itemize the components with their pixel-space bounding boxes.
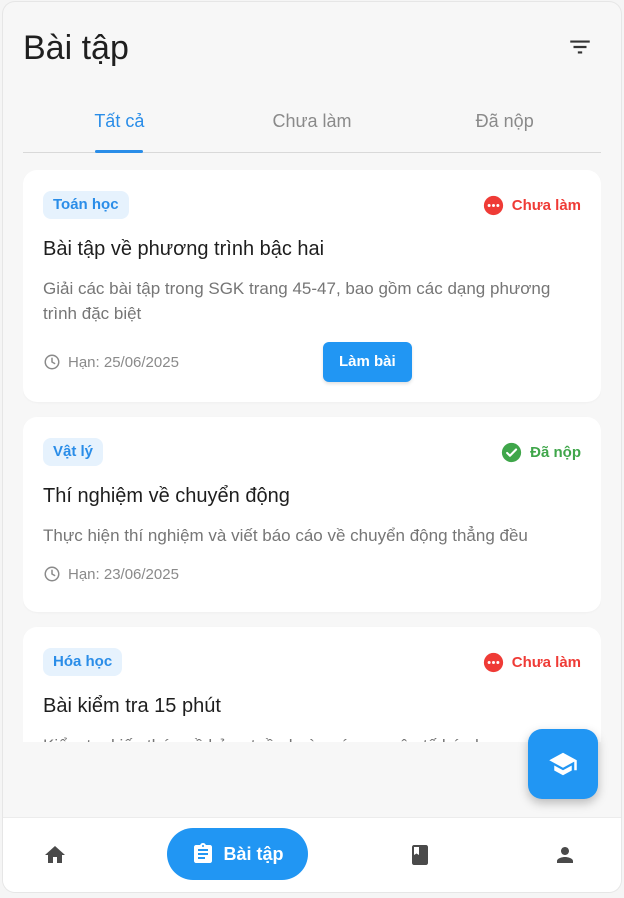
assignment-description: Thực hiện thí nghiệm và viết báo cáo về … [43,526,528,545]
assignment-description: Giải các bài tập trong SGK trang 45-47, … [43,279,551,323]
status-label: Đã nộp [530,443,581,461]
assignment-card[interactable]: Hóa học Chưa làm Bài kiểm tra 15 phút Ki… [23,627,601,742]
clock-icon [44,354,60,370]
deadline: Hạn: 23/06/2025 [43,565,179,583]
assignment-list: Toán học Chưa làm Bài tập về phương trìn… [23,170,601,742]
bottom-navigation: Bài tập [3,817,621,892]
nav-assignments[interactable]: Bài tập [167,828,308,880]
nav-assignments-label: Bài tập [223,843,284,864]
tab-submitted[interactable]: Đã nộp [408,102,601,152]
header: Bài tập [23,24,601,74]
clock-icon [44,566,60,582]
deadline-label: Hạn: 25/06/2025 [68,353,179,371]
nav-home[interactable] [33,818,77,892]
fab-button[interactable] [528,729,598,799]
filter-icon [570,40,590,54]
assignment-description: Kiểm tra kiến thức về bảng tuần hoàn các… [43,733,581,742]
book-icon [412,845,428,865]
more-horiz-icon [483,652,503,672]
assignment-title: Bài tập về phương trình bậc hai [43,238,325,260]
assignment-card[interactable]: Vật lý Đã nộp Thí nghiệm về chuyển động … [23,417,601,612]
deadline: Hạn: 25/06/2025 [43,353,179,371]
status-label: Chưa làm [511,196,581,214]
filter-button[interactable] [567,34,593,60]
status-badge: Đã nộp [501,442,581,463]
assignment-title: Thí nghiệm về chuyển động [43,485,290,507]
tab-not-done[interactable]: Chưa làm [216,102,409,152]
tab-bar: Tất cả Chưa làm Đã nộp [23,102,601,153]
tab-all[interactable]: Tất cả [23,102,216,152]
assignment-card[interactable]: Toán học Chưa làm Bài tập về phương trìn… [23,170,601,402]
subject-badge: Toán học [43,191,129,219]
nav-profile[interactable] [543,818,587,892]
nav-books[interactable] [398,818,442,892]
page-title: Bài tập [23,29,129,67]
do-assignment-button[interactable]: Làm bài [323,342,412,382]
deadline-label: Hạn: 23/06/2025 [68,565,179,583]
assignment-title: Bài kiểm tra 15 phút [43,695,221,717]
person-icon [557,847,573,863]
assignment-icon [194,843,213,863]
status-badge: Chưa làm [483,652,581,673]
check-circle-icon [502,442,522,462]
subject-badge: Vật lý [43,438,104,466]
app-window: Bài tập Tất cả Chưa làm Đã nộp Toán học [3,2,621,892]
status-label: Chưa làm [511,653,581,671]
more-horiz-icon [483,195,503,215]
status-badge: Chưa làm [483,195,581,216]
graduation-cap-icon [549,752,577,776]
home-icon [45,846,65,863]
subject-badge: Hóa học [43,648,123,676]
